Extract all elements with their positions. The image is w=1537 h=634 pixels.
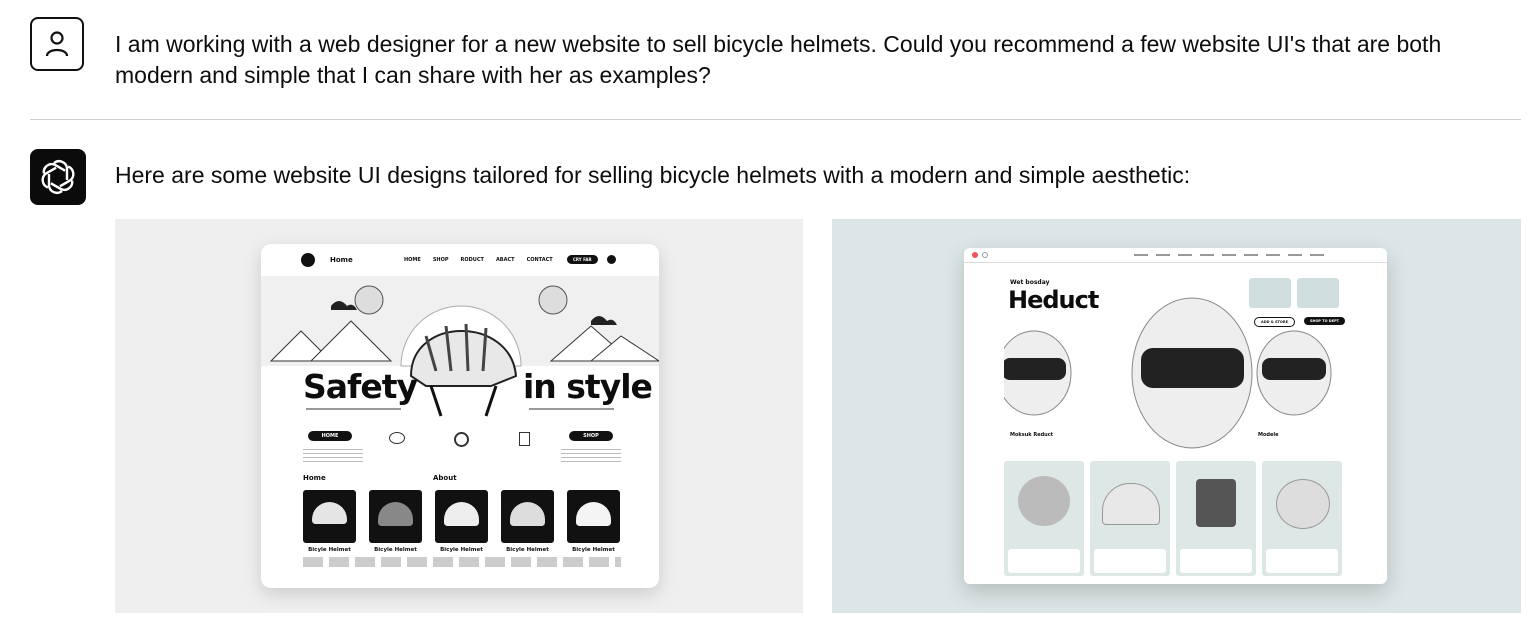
section-about: About: [433, 474, 457, 482]
generated-image-1[interactable]: Home HOME SHOP RODUCT ABACT CONTACT CRY …: [115, 219, 803, 613]
product-tile: [1004, 461, 1084, 576]
nav-item: HOME: [404, 257, 421, 263]
hero-caption-right: [529, 408, 614, 410]
divider: [30, 119, 1521, 120]
nav-item: CONTACT: [526, 257, 553, 263]
product-name: Bicyle Helmet: [572, 547, 615, 553]
shop-button: SHOP: [569, 431, 613, 441]
mockup-card-2: Wet bosday Heduct ADD & STORE SHOP TO DE…: [964, 248, 1387, 584]
product-tile: [567, 490, 620, 543]
nav-item: RODUCT: [460, 257, 484, 263]
search-icon: [607, 255, 616, 264]
text-block: [561, 449, 621, 463]
hero-title-right: in style: [523, 367, 653, 406]
product-name: Bicyle Helmet: [308, 547, 351, 553]
product-tile: [1262, 461, 1342, 576]
browser-bar: [964, 248, 1387, 263]
section-home: Home: [303, 474, 326, 482]
user-avatar: [30, 17, 84, 71]
assistant-avatar: [30, 149, 86, 205]
product-name: Bicyle Helmet: [374, 547, 417, 553]
product-grid-2: [1004, 461, 1342, 576]
user-message: I am working with a web designer for a n…: [115, 31, 1442, 88]
hero-illustration: [261, 276, 659, 417]
text-block: [303, 449, 363, 463]
product-tile: [303, 490, 356, 543]
generated-image-2[interactable]: Wet bosday Heduct ADD & STORE SHOP TO DE…: [832, 219, 1521, 613]
nav-item: SHOP: [432, 257, 449, 263]
nav-home-title: Home: [330, 256, 353, 264]
logo-icon: [301, 253, 315, 267]
right-product-label: Modele: [1258, 432, 1279, 438]
hero-title-left: Safety: [303, 367, 418, 406]
assistant-message: Here are some website UI designs tailore…: [115, 162, 1191, 188]
user-icon: [45, 31, 69, 57]
product-name: Bicyle Helmet: [440, 547, 483, 553]
home-button: HOME: [308, 431, 352, 441]
hero-caption-left: [306, 408, 401, 410]
feature-icon: [389, 432, 405, 444]
product-name: Bicyle Helmet: [506, 547, 549, 553]
feature-icon: [519, 432, 530, 446]
product-tile: [1176, 461, 1256, 576]
shop-dept-button: SHOP TO DEPT: [1304, 317, 1346, 325]
product-tile: [369, 490, 422, 543]
nav-item: ABACT: [495, 257, 515, 263]
product-grid: [303, 490, 620, 543]
nav-menu: HOME SHOP RODUCT ABACT CONTACT: [404, 257, 553, 263]
nav-cta-button: CRY FAR: [567, 255, 598, 264]
product-tile: [501, 490, 554, 543]
add-store-button: ADD & STORE: [1254, 317, 1295, 327]
product-tile: [1090, 461, 1170, 576]
mockup-card-1: Home HOME SHOP RODUCT ABACT CONTACT CRY …: [261, 244, 659, 588]
openai-logo-icon: [41, 160, 75, 194]
feature-icon: [454, 432, 469, 447]
helmet-illustration: [1004, 278, 1339, 449]
product-meta: [303, 557, 621, 567]
product-tile: [435, 490, 488, 543]
product-names: Bicyle Helmet Bicyle Helmet Bicyle Helme…: [303, 547, 620, 553]
left-product-label: Moksuk Reduct: [1010, 432, 1054, 438]
